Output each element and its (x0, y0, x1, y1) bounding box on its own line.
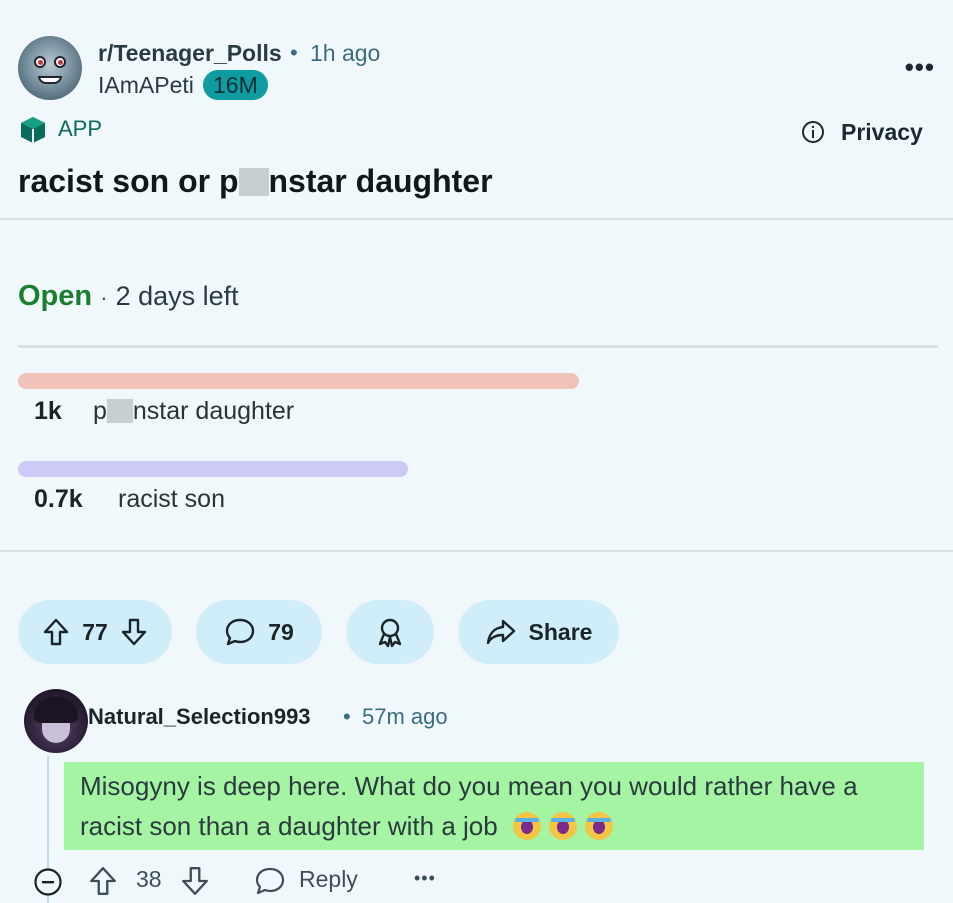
award-button[interactable] (346, 600, 434, 664)
comment-count: 79 (268, 618, 294, 645)
comment-author[interactable]: Natural_Selection993 (88, 704, 311, 730)
more-icon[interactable]: ••• (905, 52, 935, 83)
divider (0, 550, 953, 552)
meta-separator: • (290, 40, 298, 65)
divider (0, 218, 953, 220)
crying-emoji-icon (512, 812, 541, 840)
censored-block (238, 168, 269, 196)
poll-option-label: p nstar daughter (93, 397, 294, 426)
poll-status: Open · 2 days left (18, 280, 239, 313)
poll-separator: · (100, 285, 108, 310)
share-label: Share (528, 618, 593, 645)
poll-option-label: racist son (118, 485, 225, 513)
poll-option-label-part1: p (93, 397, 107, 425)
poll-option-count: 0.7k (34, 485, 83, 513)
downvote-icon[interactable] (180, 865, 210, 897)
poll-result-bar (18, 461, 408, 477)
vote-pill: 77 (18, 600, 172, 664)
reply-button[interactable]: Reply (299, 866, 358, 893)
app-label: APP (58, 116, 103, 141)
poll-option-count: 1k (34, 397, 62, 425)
poll-option-label-part2: nstar daughter (132, 397, 295, 425)
meta-separator: • (343, 704, 351, 729)
upvote-icon[interactable] (88, 865, 118, 897)
post-title-part2: nstar daughter (268, 163, 493, 199)
poll-open-label: Open (18, 280, 93, 312)
comment-vote-count: 38 (136, 866, 162, 892)
censored-block (106, 399, 133, 423)
app-icon (21, 117, 45, 143)
privacy-button[interactable]: Privacy (841, 119, 923, 146)
collapse-icon[interactable] (33, 867, 63, 897)
comment-icon (226, 618, 255, 646)
comment-more-icon[interactable]: ••• (414, 868, 436, 889)
comments-button[interactable]: 79 (196, 600, 322, 664)
user-flair-badge: 16M (203, 70, 268, 100)
poll-time-left: 2 days left (115, 281, 239, 311)
downvote-icon[interactable] (120, 617, 148, 647)
avatar-hair (34, 697, 78, 723)
post-title[interactable]: racist son or p nstar daughter (18, 163, 493, 200)
comment-text: Misogyny is deep here. What do you mean … (80, 771, 858, 841)
crying-emoji-icon (584, 812, 613, 840)
poll-result-bar (18, 373, 579, 389)
commenter-avatar[interactable] (24, 689, 88, 753)
upvote-count: 77 (82, 618, 108, 645)
crying-emoji-icon (548, 812, 577, 840)
award-icon (378, 618, 402, 648)
share-icon (486, 619, 515, 645)
info-icon[interactable] (801, 120, 825, 144)
subreddit-name[interactable]: r/Teenager_Polls (98, 40, 282, 67)
reply-icon[interactable] (254, 865, 286, 897)
comment-time: 57m ago (362, 704, 448, 729)
subreddit-avatar[interactable] (18, 36, 82, 100)
avatar-eye-right (54, 56, 66, 68)
share-button[interactable]: Share (458, 600, 619, 664)
post-time: 1h ago (310, 40, 381, 66)
poll-divider (18, 345, 938, 348)
upvote-icon[interactable] (42, 617, 70, 647)
post-author[interactable]: IAmAPeti (98, 72, 194, 99)
avatar-mouth (38, 76, 62, 84)
post-title-part1: racist son or p (18, 163, 239, 199)
avatar-eye-left (34, 56, 46, 68)
comment-body: Misogyny is deep here. What do you mean … (64, 762, 924, 850)
